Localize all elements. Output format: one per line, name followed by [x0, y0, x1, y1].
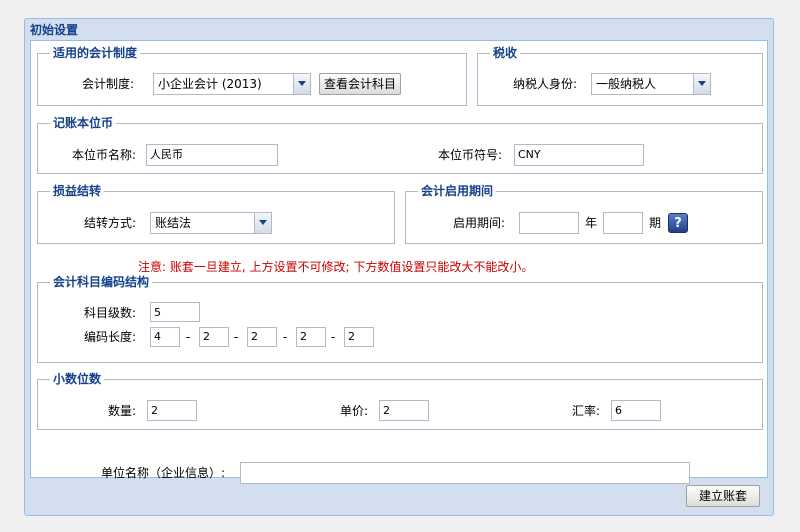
chevron-down-icon[interactable]	[693, 74, 710, 94]
code-length-input-5[interactable]: 2	[344, 327, 374, 347]
tax-legend: 税收	[493, 46, 518, 60]
separator: -	[331, 330, 336, 344]
level-count-label: 科目级数:	[84, 306, 137, 320]
company-name-label: 单位名称（企业信息）:	[101, 466, 226, 480]
accounting-system-legend: 适用的会计制度	[53, 46, 138, 60]
coding-legend: 会计科目编码结构	[53, 275, 150, 289]
code-length-input-1[interactable]: 4	[150, 327, 180, 347]
currency-name-label: 本位币名称:	[72, 148, 137, 162]
view-accounts-button[interactable]: 查看会计科目	[319, 73, 401, 95]
code-length-input-4[interactable]: 2	[296, 327, 326, 347]
taxpayer-value: 一般纳税人	[596, 77, 657, 91]
level-count-input[interactable]: 5	[150, 302, 200, 322]
tax-fieldset: 税收 纳税人身份: 一般纳税人	[477, 46, 763, 106]
currency-symbol-label: 本位币符号:	[438, 148, 503, 162]
chevron-down-icon[interactable]	[254, 213, 271, 233]
start-period-input[interactable]	[603, 212, 643, 234]
accounting-system-fieldset: 适用的会计制度 会计制度: 小企业会计 (2013) 查看会计科目	[37, 46, 467, 106]
separator: -	[283, 330, 288, 344]
accounting-system-select[interactable]: 小企业会计 (2013)	[153, 73, 311, 95]
period-unit-label: 期	[649, 216, 662, 230]
help-icon[interactable]: ?	[668, 213, 688, 233]
period-legend: 会计启用期间	[421, 184, 494, 198]
company-name-input[interactable]	[240, 462, 690, 484]
period-label: 启用期间:	[453, 216, 506, 230]
panel-body: 适用的会计制度 会计制度: 小企业会计 (2013) 查看会计科目 税收 纳税人…	[30, 40, 768, 484]
coding-fieldset: 会计科目编码结构 科目级数: 5 编码长度: 4 - 2 - 2 - 2 - 2	[37, 275, 763, 363]
decimals-legend: 小数位数	[53, 372, 102, 386]
notice-text: 注意: 账套一旦建立, 上方设置不可修改; 下方数值设置只能改大不能改小。	[138, 260, 534, 274]
quantity-label: 数量:	[108, 404, 137, 418]
price-label: 单价:	[340, 404, 369, 418]
rate-decimals-input[interactable]: 6	[611, 400, 661, 421]
code-length-label: 编码长度:	[84, 330, 137, 344]
accounting-system-value: 小企业会计 (2013)	[158, 77, 262, 91]
taxpayer-label: 纳税人身份:	[513, 77, 578, 91]
transfer-method-label: 结转方式:	[84, 216, 137, 230]
create-account-set-button[interactable]: 建立账套	[686, 485, 760, 507]
decimals-fieldset: 小数位数 数量: 2 单价: 2 汇率: 6	[37, 372, 763, 430]
price-decimals-input[interactable]: 2	[379, 400, 429, 421]
period-fieldset: 会计启用期间 启用期间: 年 期 ?	[405, 184, 763, 244]
profit-transfer-fieldset: 损益结转 结转方式: 账结法	[37, 184, 395, 244]
currency-fieldset: 记账本位币 本位币名称: 人民币 本位币符号: CNY	[37, 116, 763, 174]
currency-name-input[interactable]: 人民币	[146, 144, 278, 166]
profit-transfer-legend: 损益结转	[53, 184, 102, 198]
transfer-method-value: 账结法	[155, 216, 192, 230]
start-year-input[interactable]	[519, 212, 579, 234]
separator: -	[234, 330, 239, 344]
rate-label: 汇率:	[572, 404, 601, 418]
code-length-input-3[interactable]: 2	[247, 327, 277, 347]
chevron-down-icon[interactable]	[293, 74, 310, 94]
quantity-decimals-input[interactable]: 2	[147, 400, 197, 421]
transfer-method-select[interactable]: 账结法	[150, 212, 272, 234]
accounting-system-label: 会计制度:	[82, 77, 135, 91]
currency-legend: 记账本位币	[53, 116, 114, 130]
code-length-input-2[interactable]: 2	[199, 327, 229, 347]
initial-settings-panel: 初始设置 适用的会计制度 会计制度: 小企业会计 (2013) 查看会计科目 税…	[24, 18, 774, 516]
currency-symbol-input[interactable]: CNY	[514, 144, 644, 166]
panel-title: 初始设置	[30, 23, 79, 37]
taxpayer-select[interactable]: 一般纳税人	[591, 73, 711, 95]
year-unit-label: 年	[585, 216, 598, 230]
separator: -	[186, 330, 191, 344]
